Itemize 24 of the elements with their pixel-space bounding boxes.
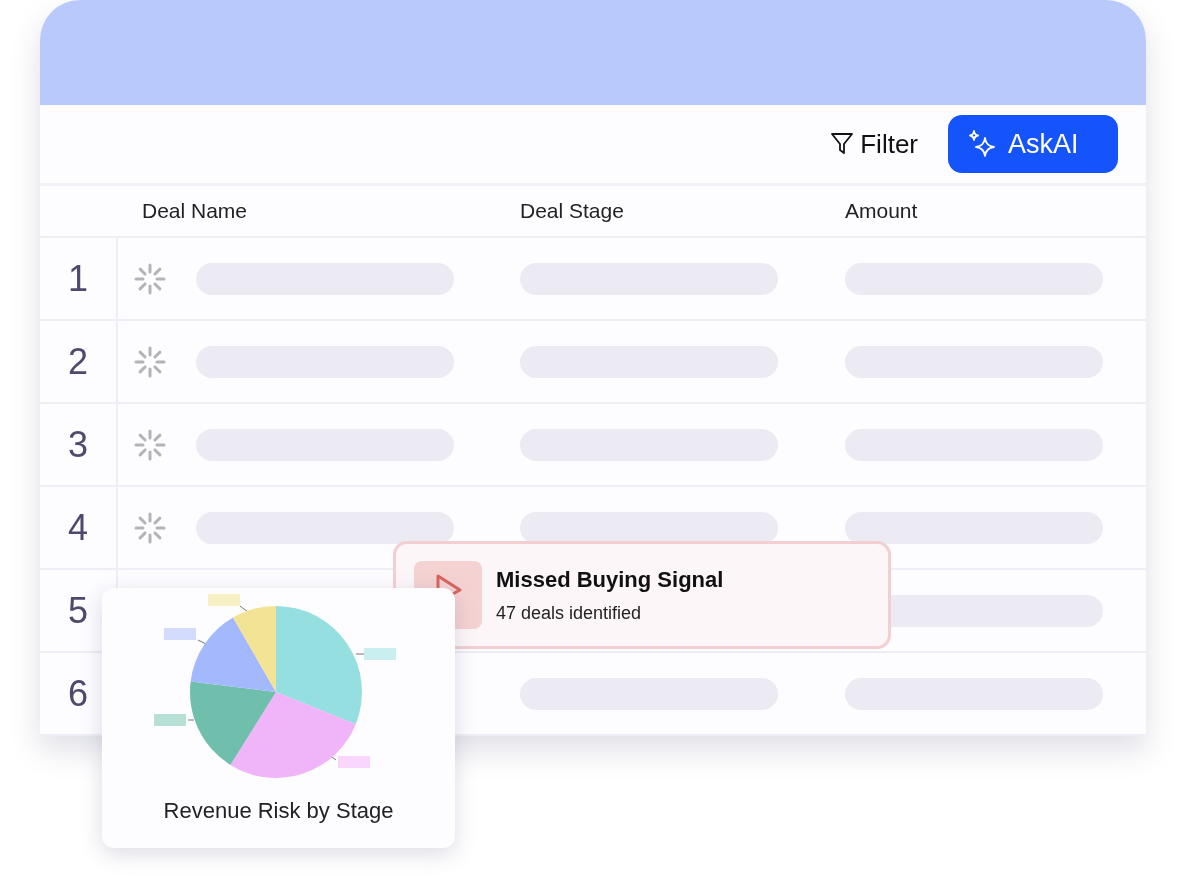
row-number: 2 (68, 340, 88, 383)
row-number: 1 (68, 257, 88, 300)
column-header: Amount (844, 199, 919, 223)
row-number: 5 (68, 589, 88, 632)
column-header: Deal Stage (519, 199, 625, 223)
sparkles-icon (966, 128, 998, 160)
label-placeholder (208, 594, 240, 606)
row-number: 4 (68, 506, 88, 549)
column-header: Deal Name (141, 199, 249, 223)
ask-ai-button[interactable]: AskAI (948, 115, 1118, 173)
label-placeholder (164, 628, 196, 640)
chart-title: Revenue Risk by Stage (163, 798, 394, 824)
alert-title: Missed Buying Signal (496, 566, 724, 593)
label-placeholder (154, 714, 186, 726)
row-number: 3 (68, 423, 88, 466)
filter-button[interactable]: Filter (830, 128, 918, 160)
leader-line (355, 653, 365, 655)
alert-subtitle: 47 deals identified (496, 602, 643, 624)
leader-line (187, 719, 195, 721)
leader-line (239, 605, 249, 613)
row-number: 6 (68, 672, 88, 715)
label-placeholder (338, 756, 370, 768)
label-placeholder (364, 648, 396, 660)
filter-icon (830, 131, 855, 157)
